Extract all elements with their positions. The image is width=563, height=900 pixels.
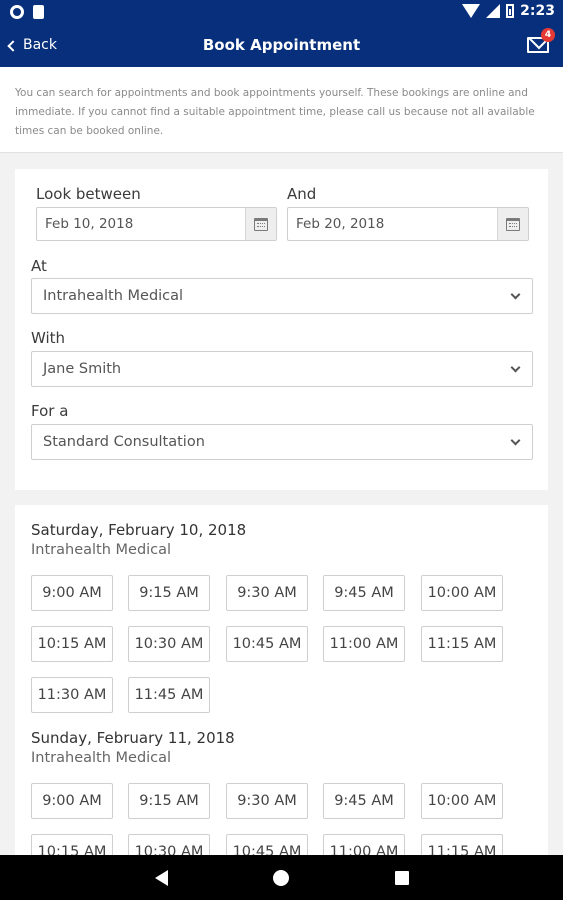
sync-icon — [10, 5, 24, 19]
battery-icon — [506, 4, 515, 18]
nav-back-icon[interactable] — [155, 870, 168, 886]
nav-recents-icon[interactable] — [395, 871, 409, 885]
appointment-type-label: For a — [31, 402, 69, 420]
time-slot[interactable]: 9:45 AM — [323, 575, 405, 611]
day-heading: Saturday, February 10, 2018 — [31, 521, 247, 539]
day-heading: Sunday, February 11, 2018 — [31, 729, 235, 747]
location-select[interactable]: Intrahealth Medical — [31, 278, 533, 314]
time-slot[interactable]: 9:00 AM — [31, 783, 113, 819]
time-slot[interactable]: 10:00 AM — [421, 575, 503, 611]
time-slot[interactable]: 9:30 AM — [226, 783, 308, 819]
status-time: 2:23 — [520, 3, 555, 19]
time-slot[interactable]: 11:30 AM — [31, 677, 113, 713]
time-slot[interactable]: 9:45 AM — [323, 783, 405, 819]
chevron-down-icon — [510, 435, 521, 446]
from-date-picker-button[interactable] — [245, 208, 276, 240]
system-icons: 2:23 — [462, 3, 555, 19]
notification-badge: 4 — [541, 28, 555, 42]
from-date-value: Feb 10, 2018 — [45, 216, 134, 232]
available-appointments: Saturday, February 10, 2018 Intrahealth … — [15, 505, 548, 865]
to-date-field[interactable]: Feb 20, 2018 — [287, 207, 529, 241]
time-slot[interactable]: 10:30 AM — [128, 626, 210, 662]
page-title: Book Appointment — [202, 36, 361, 54]
calendar-icon — [506, 217, 520, 231]
from-date-field[interactable]: Feb 10, 2018 — [36, 207, 277, 241]
time-slot[interactable]: 10:45 AM — [226, 626, 308, 662]
location-label: At — [31, 257, 47, 275]
day-location: Intrahealth Medical — [31, 542, 172, 558]
time-slot[interactable]: 9:30 AM — [226, 575, 308, 611]
time-slot[interactable]: 11:00 AM — [323, 626, 405, 662]
provider-select[interactable]: Jane Smith — [31, 351, 533, 387]
status-bar: 2:23 — [0, 0, 563, 25]
search-form: Look between Feb 10, 2018 And Feb 20, 20… — [15, 169, 548, 490]
chevron-down-icon — [510, 289, 521, 300]
appointment-type-value: Standard Consultation — [43, 434, 205, 450]
time-slot[interactable]: 9:00 AM — [31, 575, 113, 611]
provider-value: Jane Smith — [43, 361, 122, 377]
messages-button[interactable]: 4 — [527, 28, 555, 53]
wifi-icon — [462, 4, 481, 18]
time-slot[interactable]: 9:15 AM — [128, 783, 210, 819]
appointment-type-select[interactable]: Standard Consultation — [31, 424, 533, 460]
time-slot[interactable]: 10:00 AM — [421, 783, 503, 819]
to-date-value: Feb 20, 2018 — [296, 216, 385, 232]
intro-text: You can search for appointments and book… — [0, 67, 563, 153]
system-nav-bar — [0, 855, 563, 900]
sd-card-icon — [33, 5, 44, 19]
chevron-down-icon — [510, 362, 521, 373]
signal-icon — [486, 4, 501, 18]
location-value: Intrahealth Medical — [43, 288, 184, 304]
notification-icons — [10, 5, 44, 19]
to-date-picker-button[interactable] — [497, 208, 528, 240]
day-location: Intrahealth Medical — [31, 750, 172, 766]
time-slot[interactable]: 10:15 AM — [31, 626, 113, 662]
calendar-icon — [254, 217, 268, 231]
app-bar: Back Book Appointment 4 — [0, 25, 563, 67]
time-slot[interactable]: 11:45 AM — [128, 677, 210, 713]
nav-home-icon[interactable] — [273, 870, 289, 886]
time-slot[interactable]: 11:15 AM — [421, 626, 503, 662]
time-slot[interactable]: 9:15 AM — [128, 575, 210, 611]
provider-label: With — [31, 329, 66, 347]
to-date-label: And — [287, 185, 317, 203]
from-date-label: Look between — [36, 185, 141, 203]
